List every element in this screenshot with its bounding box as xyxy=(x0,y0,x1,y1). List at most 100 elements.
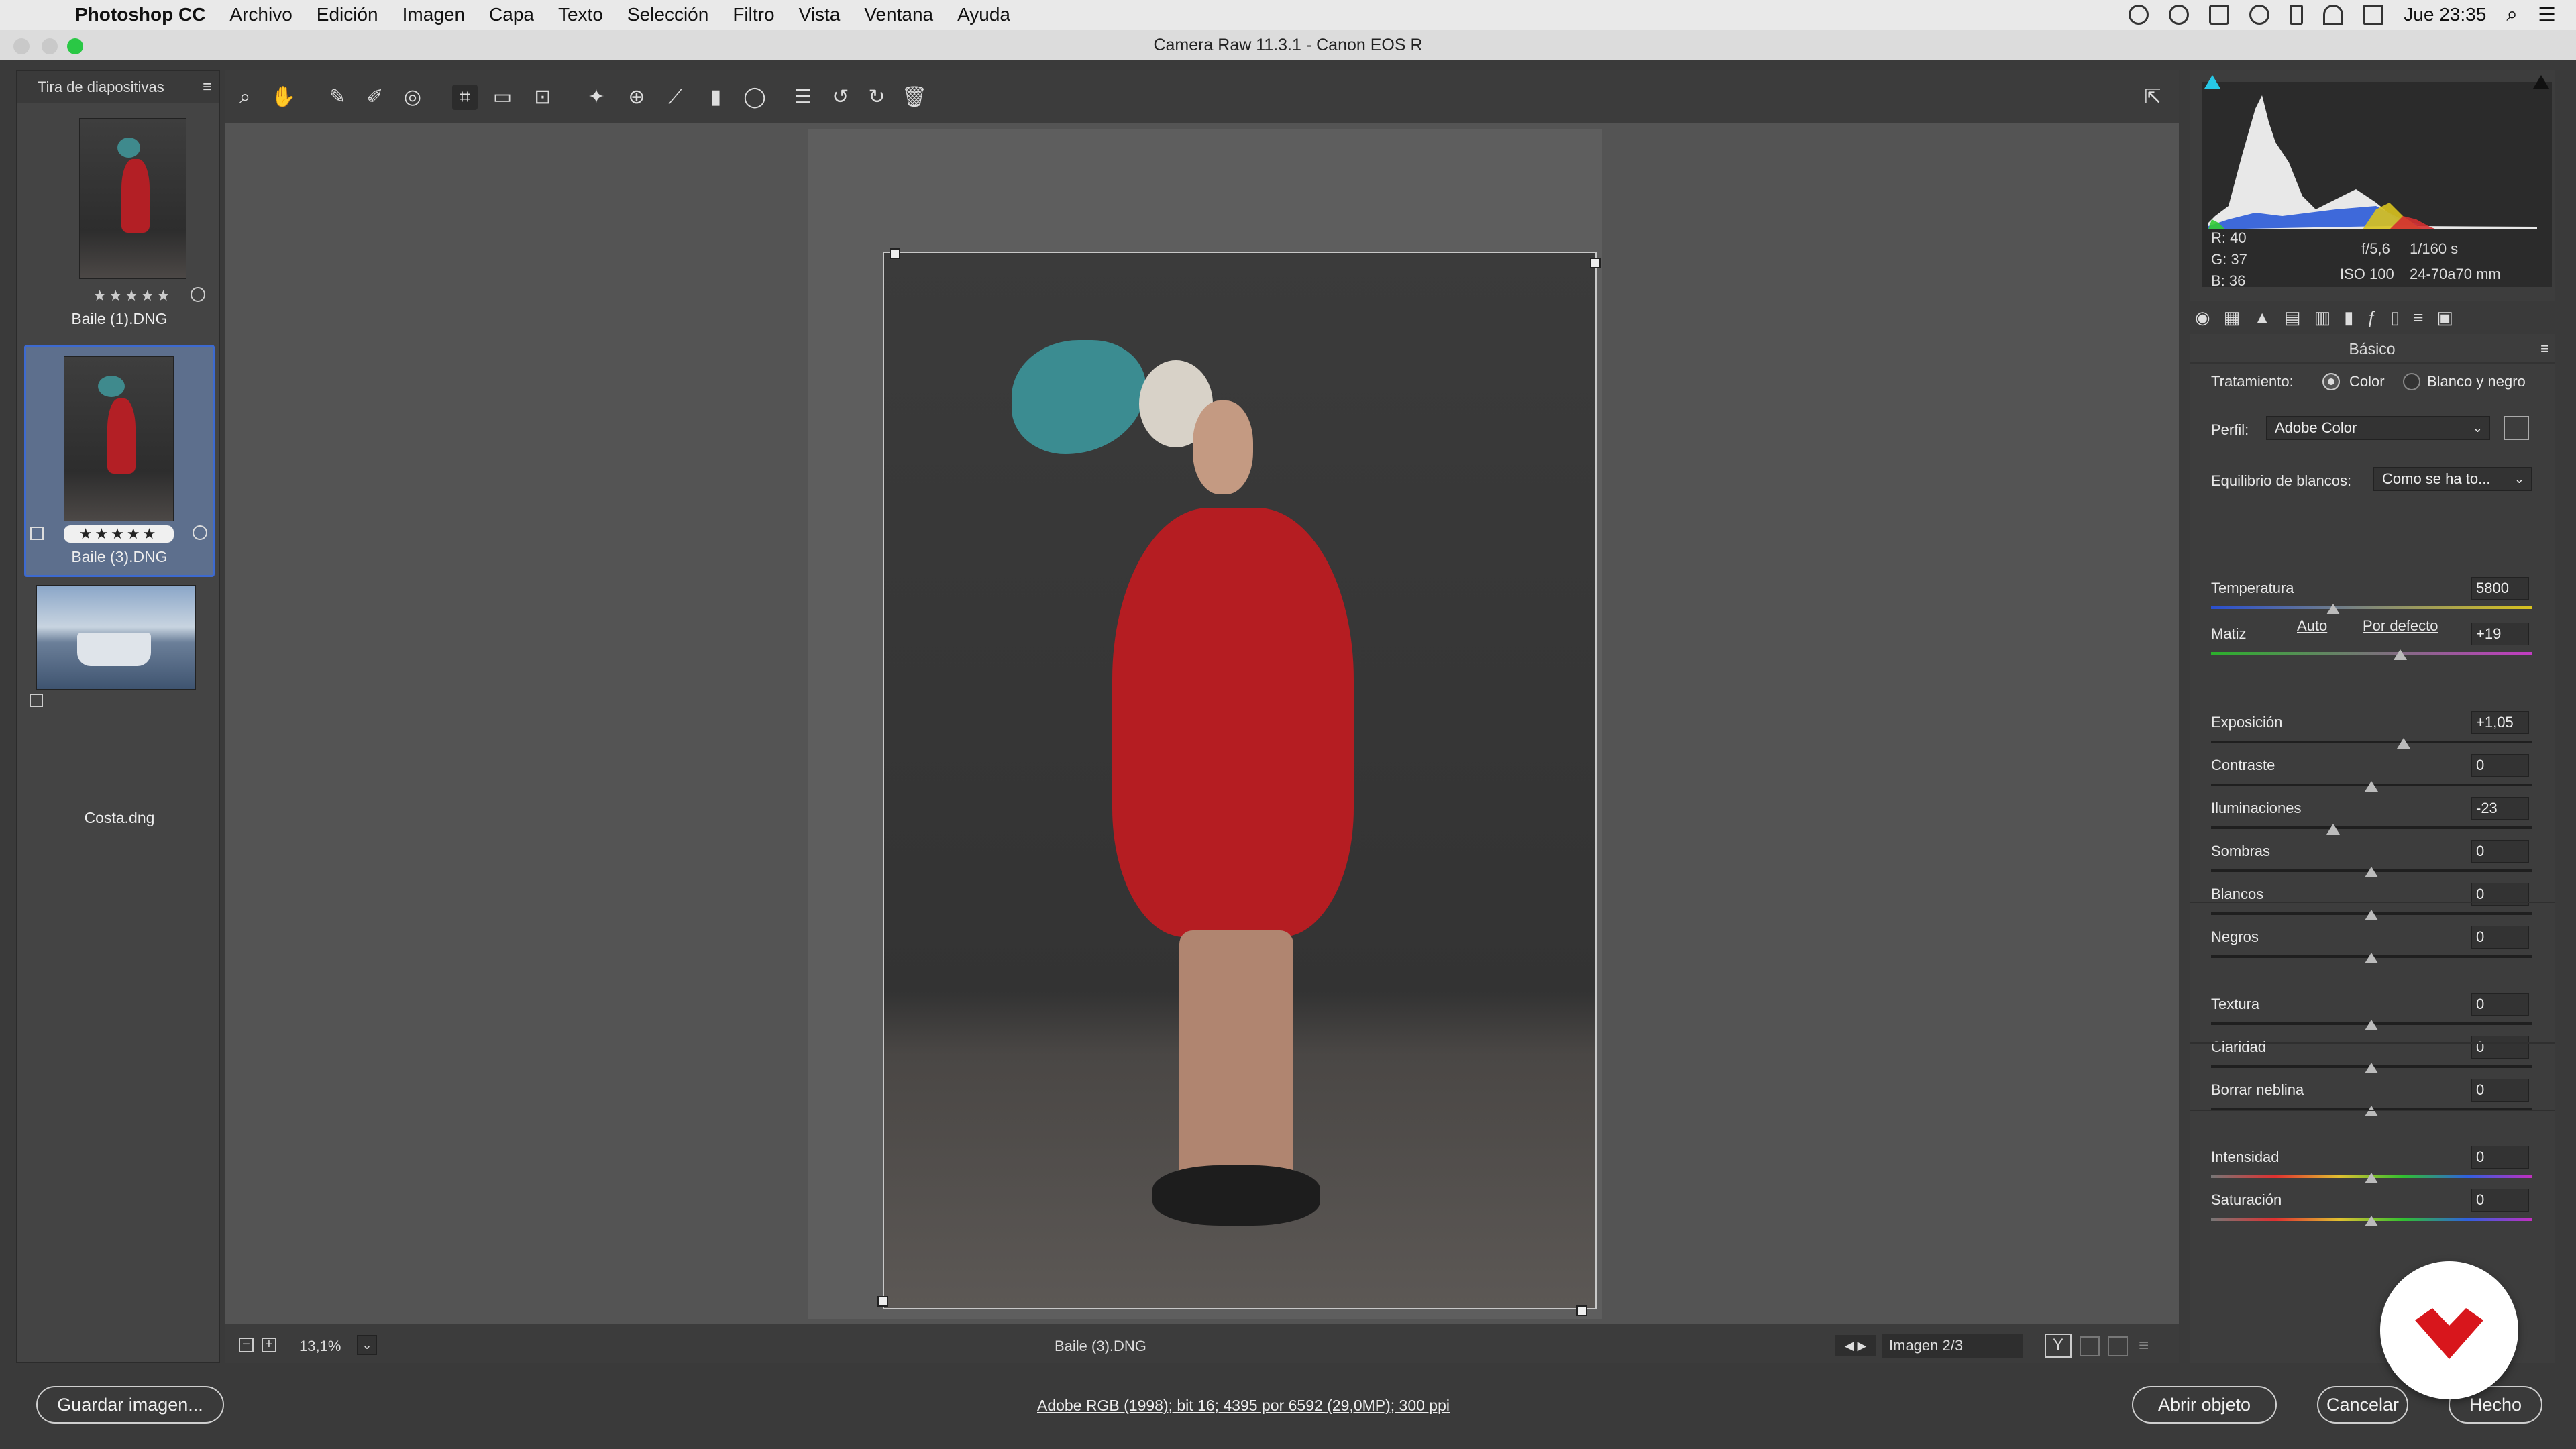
copy-settings-icon[interactable] xyxy=(2108,1336,2128,1356)
rating-stars[interactable]: ★★★★★ xyxy=(79,287,186,305)
before-after-icon[interactable]: Y xyxy=(2045,1334,2072,1358)
volume-icon[interactable] xyxy=(2363,5,2384,25)
creative-cloud-icon[interactable] xyxy=(2169,5,2190,25)
slider-thumb[interactable] xyxy=(2365,1020,2378,1030)
crop-handle-top-right[interactable] xyxy=(1590,258,1601,268)
treatment-color-radio[interactable] xyxy=(2322,373,2340,390)
toggle-fullscreen-icon[interactable]: ⇱ xyxy=(2140,85,2165,110)
hand-icon[interactable]: ✋ xyxy=(271,85,297,110)
bluetooth-icon[interactable] xyxy=(2290,5,2304,25)
search-icon[interactable]: ⌕ xyxy=(2506,3,2518,26)
target-adjust-icon[interactable]: ◎ xyxy=(400,85,425,110)
slider-thumb[interactable] xyxy=(2365,867,2378,877)
default-link[interactable]: Por defecto xyxy=(2363,617,2438,635)
red-eye-icon[interactable]: ⊕ xyxy=(624,85,649,110)
rotate-left-icon[interactable]: ↺ xyxy=(828,85,853,110)
slider-thumb[interactable] xyxy=(2326,604,2340,614)
open-object-button[interactable]: Abrir objeto xyxy=(2132,1386,2277,1424)
rating-stars[interactable]: ★★★★★ xyxy=(64,525,174,543)
slider-thumb[interactable] xyxy=(2394,649,2407,660)
panel-menu-icon[interactable]: ≡ xyxy=(2540,334,2549,364)
wifi-icon[interactable] xyxy=(2323,5,2344,25)
trash-icon[interactable]: 🗑 xyxy=(902,85,927,110)
hsl-tab-icon[interactable]: ▤ xyxy=(2284,307,2301,328)
snapshots-tab-icon[interactable]: ▣ xyxy=(2436,307,2453,328)
slider-thumb[interactable] xyxy=(2365,1216,2378,1226)
crop-handle-bottom-right[interactable] xyxy=(1576,1305,1587,1316)
photo-preview[interactable] xyxy=(883,252,1597,1309)
highlight-clipping-icon[interactable] xyxy=(2533,75,2549,89)
zoom-dropdown-icon[interactable]: ⌄ xyxy=(357,1335,377,1355)
fullscreen-window-button[interactable] xyxy=(67,38,83,54)
zoom-icon[interactable]: ⌕ xyxy=(232,85,258,110)
tone-curve-tab-icon[interactable]: ▦ xyxy=(2224,307,2241,328)
slider-track[interactable] xyxy=(2211,652,2532,655)
slider-value-field[interactable]: 0 xyxy=(2471,1189,2529,1212)
menu-vista[interactable]: Vista xyxy=(799,4,841,25)
slider-thumb[interactable] xyxy=(2365,910,2378,920)
slider-track[interactable] xyxy=(2211,741,2532,743)
toggle-settings-icon[interactable]: ≡ xyxy=(2139,1335,2149,1356)
adjustment-brush-icon[interactable]: ⟋ xyxy=(663,85,688,110)
slider-thumb[interactable] xyxy=(2365,953,2378,963)
slider-value-field[interactable]: 0 xyxy=(2471,840,2529,863)
menu-archivo[interactable]: Archivo xyxy=(229,4,292,25)
slider-value-field[interactable]: 0 xyxy=(2471,1036,2529,1059)
presets-tab-icon[interactable]: ≡ xyxy=(2413,307,2423,328)
menu-filtro[interactable]: Filtro xyxy=(733,4,774,25)
preferences-icon[interactable]: ☰ xyxy=(790,85,816,110)
lens-tab-icon[interactable]: ▮ xyxy=(2344,307,2353,328)
menu-seleccion[interactable]: Selección xyxy=(627,4,708,25)
zoom-level[interactable]: 13,1% xyxy=(299,1338,341,1355)
slider-thumb[interactable] xyxy=(2365,1106,2378,1116)
record-icon[interactable] xyxy=(2129,5,2149,25)
spot-removal-icon[interactable]: ✦ xyxy=(584,85,609,110)
minimize-window-button[interactable] xyxy=(42,38,58,54)
color-sampler-icon[interactable]: ✐ xyxy=(362,85,388,110)
menu-app[interactable]: Photoshop CC xyxy=(75,4,205,25)
white-balance-select[interactable]: Como se ha to... ⌄ xyxy=(2373,467,2532,491)
menu-edicion[interactable]: Edición xyxy=(317,4,378,25)
filmstrip-menu-icon[interactable]: ≡ xyxy=(203,71,212,103)
slider-value-field[interactable]: 0 xyxy=(2471,993,2529,1016)
slider-value-field[interactable]: 5800 xyxy=(2471,577,2529,600)
airplay-icon[interactable] xyxy=(2209,5,2230,25)
slider-track[interactable] xyxy=(2211,826,2532,829)
prev-image-icon[interactable]: ◀ ▶ xyxy=(1835,1335,1876,1356)
calibration-tab-icon[interactable]: ▯ xyxy=(2390,307,2400,328)
white-balance-icon[interactable]: ✎ xyxy=(325,85,350,110)
save-image-button[interactable]: Guardar imagen... xyxy=(36,1386,224,1424)
slider-value-field[interactable]: +1,05 xyxy=(2471,711,2529,734)
slider-value-field[interactable]: 0 xyxy=(2471,1146,2529,1169)
zoom-out-icon[interactable]: − xyxy=(239,1338,254,1352)
slider-value-field[interactable]: 0 xyxy=(2471,1079,2529,1102)
filmstrip-item[interactable]: Costa.dng xyxy=(24,585,215,826)
straighten-icon[interactable]: ▭ xyxy=(490,85,515,110)
crop-icon[interactable]: ⌗ xyxy=(452,85,478,110)
slider-value-field[interactable]: -23 xyxy=(2471,797,2529,820)
menu-capa[interactable]: Capa xyxy=(489,4,534,25)
slider-track[interactable] xyxy=(2211,606,2532,609)
clock[interactable]: Jue 23:35 xyxy=(2404,4,2486,25)
detail-tab-icon[interactable]: ▲ xyxy=(2253,307,2271,328)
auto-link[interactable]: Auto xyxy=(2297,617,2327,635)
swap-settings-icon[interactable] xyxy=(2080,1336,2100,1356)
basic-tab-icon[interactable]: ◉ xyxy=(2195,307,2210,328)
slider-thumb[interactable] xyxy=(2397,738,2410,749)
close-window-button[interactable] xyxy=(13,38,30,54)
crop-handle-bottom-left[interactable] xyxy=(877,1296,888,1307)
slider-value-field[interactable]: 0 xyxy=(2471,926,2529,949)
split-toning-tab-icon[interactable]: ▥ xyxy=(2314,307,2331,328)
slider-thumb[interactable] xyxy=(2365,1063,2378,1073)
zoom-in-icon[interactable]: + xyxy=(262,1338,276,1352)
effects-tab-icon[interactable]: ƒ xyxy=(2367,307,2376,328)
profile-browser-icon[interactable] xyxy=(2504,416,2529,440)
transform-icon[interactable]: ⊡ xyxy=(530,85,555,110)
radial-filter-icon[interactable]: ◯ xyxy=(742,85,767,110)
notification-center-icon[interactable]: ☰ xyxy=(2538,3,2556,27)
slider-value-field[interactable]: +19 xyxy=(2471,623,2529,645)
graduated-filter-icon[interactable]: ▮ xyxy=(703,85,729,110)
crop-handle-top-left[interactable] xyxy=(890,248,900,259)
time-machine-icon[interactable] xyxy=(2249,5,2270,25)
menu-imagen[interactable]: Imagen xyxy=(402,4,465,25)
